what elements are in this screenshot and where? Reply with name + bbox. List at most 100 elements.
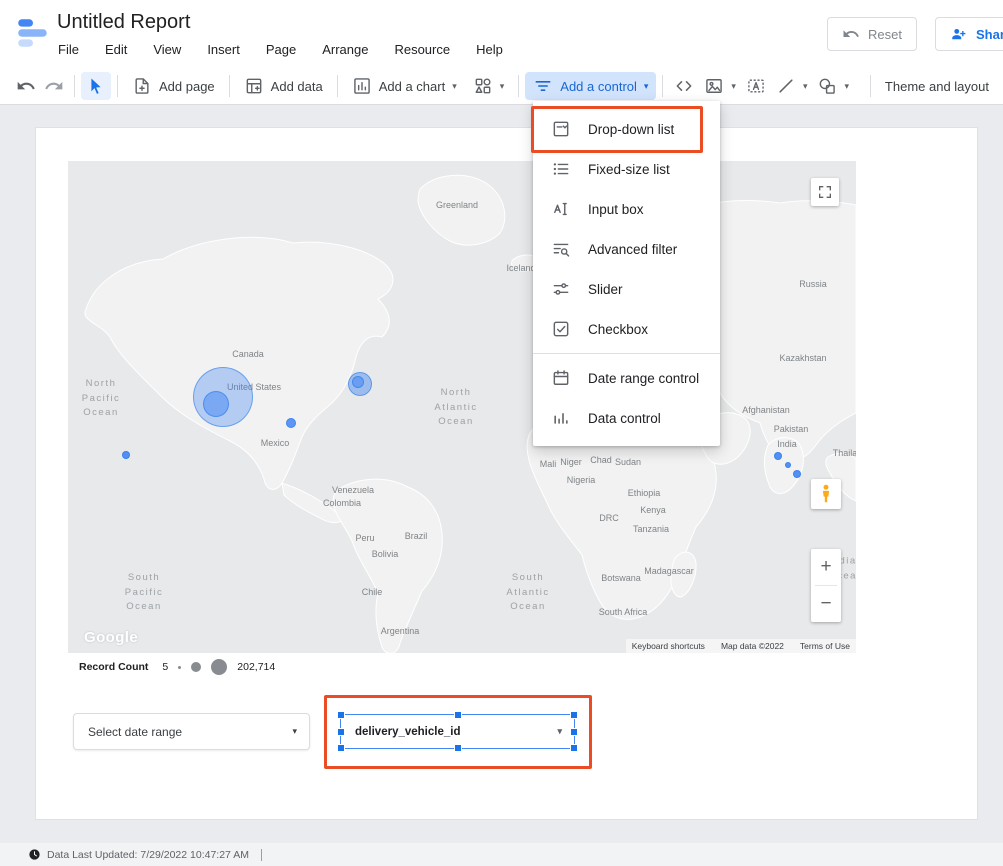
- map-label: Brazil: [405, 531, 428, 541]
- drop-down-list-icon: [551, 119, 571, 139]
- toolbar-separator: [870, 75, 871, 97]
- slider-icon: [551, 279, 571, 299]
- community-visualizations-button[interactable]: ▾: [465, 72, 513, 100]
- data-control-icon: [551, 408, 571, 428]
- selection-handle[interactable]: [337, 711, 345, 719]
- add-control-label: Add a control: [560, 79, 637, 94]
- theme-and-layout-button[interactable]: Theme and layout: [877, 72, 997, 100]
- add-data-button[interactable]: Add data: [236, 72, 331, 100]
- zoom-out-button[interactable]: −: [811, 586, 841, 622]
- checkbox-icon: [551, 319, 571, 339]
- share-button[interactable]: Share: [935, 17, 1003, 51]
- date-range-icon: [551, 368, 571, 388]
- menu-item-fixed-size-list[interactable]: Fixed-size list: [533, 149, 720, 189]
- map-ocean-label: North Pacific Ocean: [82, 377, 120, 421]
- select-tool-button[interactable]: [81, 72, 111, 100]
- add-data-label: Add data: [271, 79, 323, 94]
- text-box-icon: [746, 76, 766, 96]
- toolbar-separator: [74, 75, 75, 97]
- menu-item-input-box[interactable]: Input box: [533, 189, 720, 229]
- caret-down-icon: ▾: [844, 82, 849, 91]
- undo-icon: [16, 76, 36, 96]
- map-ocean-label: South Atlantic Ocean: [506, 571, 549, 615]
- menu-item-advanced-filter[interactable]: Advanced filter: [533, 229, 720, 269]
- app-header: Untitled Report File Edit View Insert Page Ar…: [0, 0, 1003, 68]
- menu-file[interactable]: File: [57, 40, 80, 59]
- map-attribution: Keyboard shortcuts Map data ©2022 Terms …: [626, 639, 856, 653]
- map-fullscreen-button[interactable]: [811, 178, 839, 206]
- toolbar-separator: [662, 75, 663, 97]
- page-title[interactable]: Untitled Report: [57, 11, 190, 34]
- menu-item-slider[interactable]: Slider: [533, 269, 720, 309]
- shape-tool-button[interactable]: ▾: [812, 72, 854, 100]
- caret-down-icon: ▾: [557, 727, 562, 736]
- menu-item-date-range-control[interactable]: Date range control: [533, 358, 720, 398]
- caret-down-icon: ▾: [292, 727, 297, 736]
- menu-item-checkbox[interactable]: Checkbox: [533, 309, 720, 349]
- menu-help[interactable]: Help: [475, 40, 504, 59]
- menu-insert[interactable]: Insert: [206, 40, 241, 59]
- fixed-size-list-icon: [551, 159, 571, 179]
- advanced-filter-icon: [551, 239, 571, 259]
- selection-handle[interactable]: [337, 728, 345, 736]
- map-label: Madagascar: [644, 566, 694, 576]
- map-label: Argentina: [381, 626, 420, 636]
- map-label: Peru: [355, 533, 374, 543]
- status-bar: Data Last Updated: 7/29/2022 10:47:27 AM: [0, 843, 1003, 866]
- street-view-pegman-button[interactable]: [811, 479, 841, 509]
- map-bubble: [352, 376, 364, 388]
- embed-code-button[interactable]: [669, 72, 699, 100]
- selection-handle[interactable]: [570, 728, 578, 736]
- data-studio-logo-icon[interactable]: [14, 14, 52, 52]
- shape-icon: [817, 76, 837, 96]
- selection-handle[interactable]: [570, 744, 578, 752]
- add-data-icon: [244, 76, 264, 96]
- menu-item-data-control[interactable]: Data control: [533, 398, 720, 438]
- toolbar-separator: [229, 75, 230, 97]
- map-label: Botswana: [601, 573, 641, 583]
- toolbar: Add page Add data Add a chart ▾ ▾ Add a …: [0, 68, 1003, 105]
- map-label: Tanzania: [633, 524, 669, 534]
- menu-item-label: Data control: [588, 411, 661, 426]
- person-add-icon: [950, 25, 968, 43]
- dropdown-control-delivery-vehicle-id[interactable]: delivery_vehicle_id ▾: [340, 714, 575, 749]
- map-label: Ethiopia: [628, 488, 661, 498]
- terms-of-use-link[interactable]: Terms of Use: [800, 641, 850, 651]
- add-control-button[interactable]: Add a control ▾: [525, 72, 656, 100]
- toolbar-separator: [117, 75, 118, 97]
- insert-image-button[interactable]: ▾: [699, 72, 741, 100]
- undo-button[interactable]: [12, 72, 40, 100]
- menu-edit[interactable]: Edit: [104, 40, 128, 59]
- redo-button[interactable]: [40, 72, 68, 100]
- menu-resource[interactable]: Resource: [393, 40, 451, 59]
- map-label: Bolivia: [372, 549, 399, 559]
- input-box-icon: [551, 199, 571, 219]
- map-bubble: [793, 470, 801, 478]
- selection-handle[interactable]: [337, 744, 345, 752]
- geo-map-chart[interactable]: GreenlandIcelandCanadaUnited StatesMexic…: [68, 161, 856, 653]
- map-bubble: [203, 391, 229, 417]
- keyboard-shortcuts-link[interactable]: Keyboard shortcuts: [632, 641, 705, 651]
- pegman-icon: [815, 483, 837, 505]
- line-tool-button[interactable]: ▾: [771, 72, 813, 100]
- map-label: Mali: [540, 459, 557, 469]
- report-canvas[interactable]: GreenlandIcelandCanadaUnited StatesMexic…: [35, 127, 978, 820]
- reset-button[interactable]: Reset: [827, 17, 917, 51]
- menu-item-drop-down-list[interactable]: Drop-down list: [533, 109, 720, 149]
- line-icon: [776, 76, 796, 96]
- map-ocean-label: South Pacific Ocean: [125, 571, 163, 615]
- selection-handle[interactable]: [570, 711, 578, 719]
- menu-page[interactable]: Page: [265, 40, 297, 59]
- date-range-control[interactable]: Select date range ▾: [73, 713, 310, 750]
- selection-handle[interactable]: [454, 711, 462, 719]
- selection-handle[interactable]: [454, 744, 462, 752]
- menu-arrange[interactable]: Arrange: [321, 40, 369, 59]
- text-box-button[interactable]: [741, 72, 771, 100]
- zoom-in-button[interactable]: +: [811, 549, 841, 585]
- theme-and-layout-label: Theme and layout: [885, 79, 989, 94]
- date-range-label: Select date range: [88, 725, 182, 739]
- add-page-button[interactable]: Add page: [124, 72, 223, 100]
- menu-item-label: Input box: [588, 202, 644, 217]
- menu-view[interactable]: View: [152, 40, 182, 59]
- add-chart-button[interactable]: Add a chart ▾: [344, 72, 465, 100]
